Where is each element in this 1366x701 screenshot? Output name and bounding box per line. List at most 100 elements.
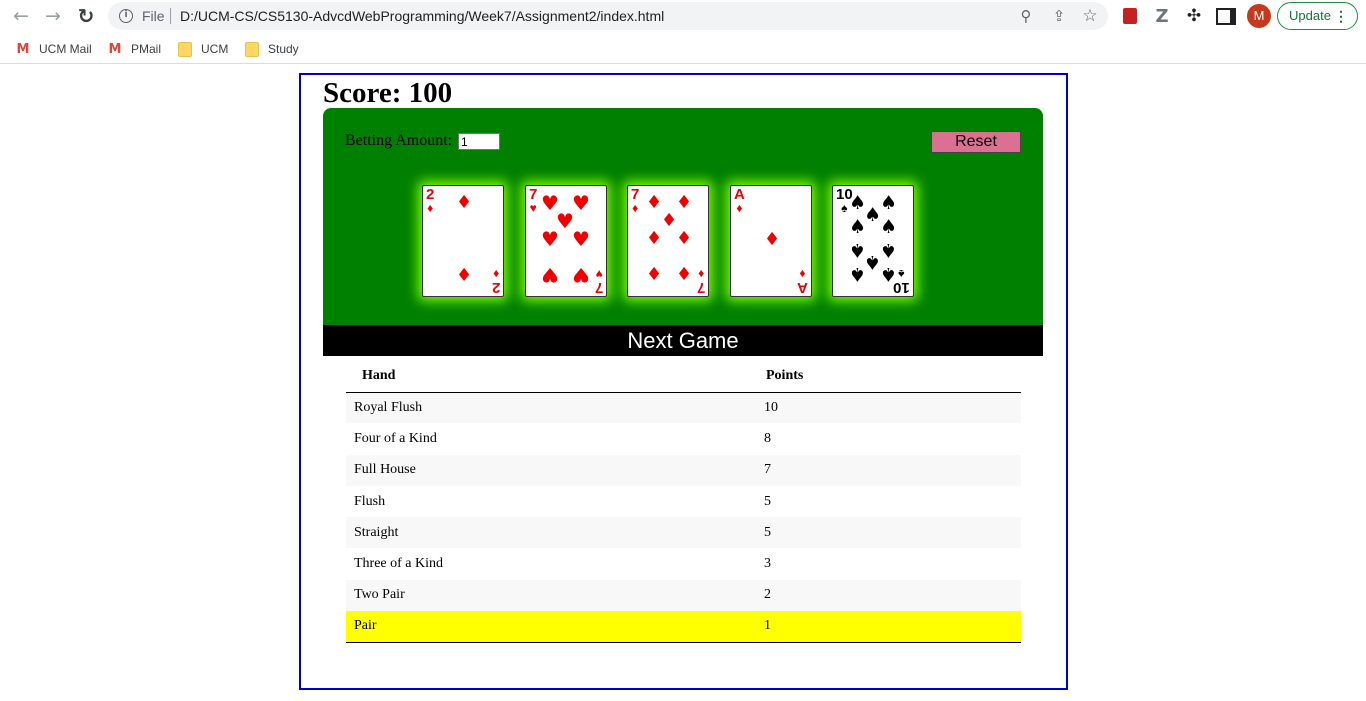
points-column-header: Points <box>756 360 1021 393</box>
points-cell: 5 <box>764 493 771 509</box>
back-arrow-icon[interactable]: ← <box>9 4 33 28</box>
card-corner: 7 ♥ <box>594 267 603 296</box>
bookmark-label: UCM <box>201 42 229 56</box>
table-row: Full House 7 <box>346 454 1021 486</box>
card-corner: A ♦ <box>734 186 745 215</box>
bookmark-study[interactable]: Study <box>244 40 299 58</box>
card-3[interactable]: 7 ♦ ♦ ♦ ♦ ♦ ♦ ♦ ♦ 7 ♦ <box>627 185 709 297</box>
spade-pip-icon: ♠ <box>880 216 898 238</box>
gmail-icon: M <box>16 41 30 57</box>
address-bar[interactable]: i File D:/UCM-CS/CS5130-AdvcdWebProgramm… <box>108 2 1108 30</box>
spade-pip-icon: ♠ <box>864 204 882 226</box>
file-label: File <box>142 8 165 24</box>
address-separator <box>170 8 171 24</box>
table-row: Royal Flush 10 <box>346 392 1021 424</box>
next-game-button[interactable]: Next Game <box>323 325 1043 356</box>
reset-button[interactable]: Reset <box>931 131 1021 153</box>
folder-icon <box>177 41 193 57</box>
table-row: Flush 5 <box>346 486 1021 517</box>
payout-table: Hand Points Royal Flush 10 Four of a Kin… <box>346 360 1021 643</box>
card-5[interactable]: 10 ♠ ♠ ♠ ♠ ♠ ♠ ♠ ♠ ♠ ♠ ♠ 10 ♠ <box>832 185 914 297</box>
table-row: Straight 5 <box>346 517 1021 549</box>
side-panel-icon[interactable] <box>1216 6 1236 26</box>
url-text[interactable]: D:/UCM-CS/CS5130-AdvcdWebProgramming/Wee… <box>180 8 664 24</box>
heart-pip-icon: ♥ <box>572 263 590 287</box>
card-corner: 7 ♦ <box>631 186 640 215</box>
bookmark-ucm-mail[interactable]: M UCM Mail <box>15 40 92 58</box>
table-header-row: Hand Points <box>346 360 1021 393</box>
heart-pip-icon: ♥ <box>541 227 559 251</box>
hand-cell: Straight <box>346 517 756 549</box>
table-row: Three of a Kind 3 <box>346 548 1021 579</box>
diamond-pip-icon: ♦ <box>676 264 693 285</box>
diamond-pip-icon: ♦ <box>676 192 693 213</box>
heart-pip-icon: ♥ <box>572 227 590 251</box>
points-cell: 10 <box>756 392 1021 424</box>
hand-cell: Pair <box>346 611 756 643</box>
bookmark-ucm[interactable]: UCM <box>177 40 228 58</box>
card-4[interactable]: A ♦ ♦ A ♦ <box>730 185 812 297</box>
diamond-pip-icon: ♦ <box>646 264 663 285</box>
points-cell: 2 <box>756 579 1021 612</box>
points-cell: 8 <box>764 430 771 446</box>
points-cell: 3 <box>764 556 771 572</box>
update-label: Update <box>1289 8 1331 23</box>
info-icon[interactable]: i <box>119 9 133 23</box>
hand-cell: Four of a Kind <box>354 430 437 446</box>
card-corner: 2 ♦ <box>426 186 435 215</box>
gmail-icon: M <box>108 41 122 57</box>
card-corner: 7 ♦ <box>696 267 705 296</box>
card-1[interactable]: 2 ♦ ♦ ♦ 2 ♦ <box>422 185 504 297</box>
bookmark-label: Study <box>268 42 299 56</box>
bookmark-pmail[interactable]: M PMail <box>107 40 161 58</box>
heart-pip-icon: ♥ <box>541 263 559 287</box>
hand-cell: Royal Flush <box>346 392 756 424</box>
extensions-puzzle-icon[interactable]: ✣ <box>1184 6 1204 26</box>
card-table: Betting Amount: Reset 2♦ ♦ ♦ 2♦ 7♥ ♥ ♥ ♥… <box>323 108 1043 325</box>
diamond-pip-icon: ♦ <box>646 192 663 213</box>
card-corner: 10 ♠ <box>893 267 910 296</box>
heart-pip-icon: ♥ <box>572 191 590 215</box>
hand-column-header: Hand <box>346 360 756 393</box>
score-heading: Score: 100 <box>323 77 453 109</box>
folder-icon <box>244 41 260 57</box>
forward-arrow-icon[interactable]: → <box>41 4 65 28</box>
extension-red-icon[interactable] <box>1120 6 1140 26</box>
card-2[interactable]: 7 ♥ ♥ ♥ ♥ ♥ ♥ ♥ ♥ 7 ♥ <box>525 185 607 297</box>
points-cell: 1 <box>756 611 1021 643</box>
spade-pip-icon: ♠ <box>864 251 882 273</box>
extension-z-icon[interactable]: Z <box>1152 6 1172 27</box>
share-icon[interactable]: ⇪ <box>1049 6 1069 26</box>
points-cell: 5 <box>756 517 1021 549</box>
profile-avatar[interactable]: M <box>1247 4 1271 28</box>
hand-cell: Three of a Kind <box>354 556 444 572</box>
betting-amount-input[interactable] <box>458 133 500 150</box>
spade-pip-icon: ♠ <box>880 239 898 261</box>
zoom-icon[interactable]: ⚲ <box>1016 6 1036 26</box>
reload-icon[interactable]: ↻ <box>74 4 98 28</box>
table-row-highlighted: Pair 1 <box>346 611 1021 643</box>
bookmark-label: UCM Mail <box>39 42 92 56</box>
card-corner: A ♦ <box>797 267 808 296</box>
browser-toolbar: ← → ↻ i File D:/UCM-CS/CS5130-AdvcdWebPr… <box>0 0 1366 32</box>
diamond-pip-icon: ♦ <box>661 210 678 231</box>
game-container: Score: 100 Betting Amount: Reset 2♦ ♦ ♦ … <box>299 73 1068 690</box>
points-cell: 7 <box>756 454 1021 486</box>
hand-cell: Flush <box>354 493 386 509</box>
card-corner: 7 ♥ <box>529 186 538 215</box>
card-corner: 2 ♦ <box>491 267 500 296</box>
diamond-pip-icon: ♦ <box>676 228 693 249</box>
diamond-pip-icon: ♦ <box>456 192 473 213</box>
bookmark-star-icon[interactable]: ☆ <box>1080 6 1100 26</box>
spade-pip-icon: ♠ <box>849 216 867 238</box>
diamond-pip-icon: ♦ <box>764 229 781 250</box>
bookmarks-bar: M UCM Mail M PMail UCM Study <box>0 34 1366 64</box>
betting-amount-label: Betting Amount: <box>345 132 453 149</box>
table-row: Two Pair 2 <box>346 579 1021 612</box>
menu-dots-icon[interactable]: ⋮ <box>1334 3 1348 29</box>
table-row: Four of a Kind 8 <box>346 423 1021 454</box>
diamond-pip-icon: ♦ <box>456 265 473 286</box>
spade-pip-icon: ♠ <box>880 192 898 214</box>
update-button[interactable]: Update ⋮ <box>1277 2 1358 30</box>
bookmark-label: PMail <box>131 42 162 56</box>
